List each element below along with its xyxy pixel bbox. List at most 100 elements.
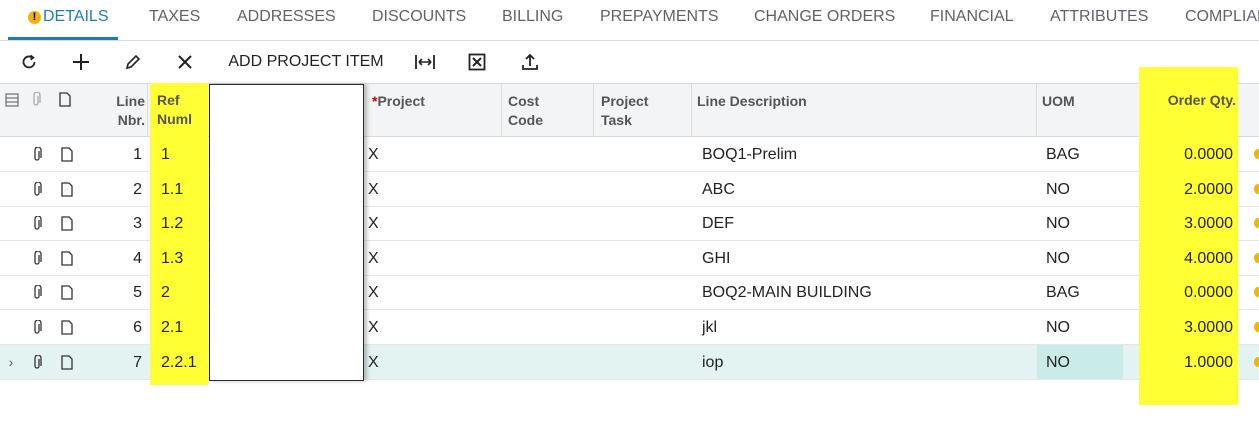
uom-header[interactable]: UOM	[1037, 84, 1150, 137]
order-qty-cell[interactable]: 0.0000	[1145, 275, 1233, 309]
tab-label: DETAILS	[43, 8, 109, 25]
row-selector-chevron-icon[interactable]: ›	[4, 345, 18, 379]
ref-num-cell[interactable]: 1.1	[161, 172, 206, 206]
warning-icon: !	[28, 11, 41, 24]
uom-cell[interactable]: NO	[1046, 172, 1126, 206]
tab-taxes[interactable]: TAXES	[149, 6, 200, 28]
fit-columns-button[interactable]	[410, 41, 440, 83]
uom-cell[interactable]: NO	[1046, 206, 1126, 240]
line-description-cell[interactable]: ABC	[702, 172, 1032, 206]
note-icon[interactable]	[60, 215, 74, 231]
ref-num-cell[interactable]: 2.2.1	[161, 345, 206, 379]
line-nbr-header-line1: Line	[116, 93, 145, 109]
line-nbr-cell[interactable]: 3	[81, 206, 142, 240]
paperclip-icon[interactable]	[30, 320, 44, 336]
line-nbr-cell[interactable]: 6	[81, 310, 142, 344]
attachment-header[interactable]	[24, 84, 49, 137]
paperclip-icon[interactable]	[30, 147, 44, 163]
line-description-cell[interactable]: jkl	[702, 310, 1032, 344]
add-project-item-label: ADD PROJECT ITEM	[228, 53, 384, 70]
line-description-cell[interactable]: iop	[702, 345, 1032, 379]
line-description-header[interactable]: Line Description	[692, 84, 1037, 137]
uom-cell[interactable]: NO	[1046, 241, 1126, 275]
note-icon[interactable]	[60, 146, 74, 162]
tab-addresses[interactable]: ADDRESSES	[237, 6, 336, 28]
status-indicator-icon	[1254, 287, 1259, 297]
note-icon[interactable]	[60, 354, 74, 370]
note-icon[interactable]	[60, 181, 74, 197]
uom-cell[interactable]: NO	[1046, 310, 1126, 344]
uom-header-label: UOM	[1042, 93, 1075, 109]
export-excel-button[interactable]	[462, 41, 492, 83]
tab-discounts[interactable]: DISCOUNTS	[372, 6, 466, 28]
paperclip-icon[interactable]	[30, 182, 44, 198]
order-qty-cell[interactable]: 3.0000	[1145, 310, 1233, 344]
project-cell[interactable]: X	[368, 241, 398, 275]
line-description-cell[interactable]: DEF	[702, 206, 1032, 240]
row-settings-header[interactable]	[0, 84, 24, 137]
project-cell[interactable]: X	[368, 310, 398, 344]
paperclip-icon[interactable]	[30, 285, 44, 301]
note-icon[interactable]	[60, 250, 74, 266]
project-cell[interactable]: X	[368, 172, 398, 206]
grid-settings-icon	[5, 93, 19, 107]
ref-num-cell[interactable]: 2.1	[161, 310, 206, 344]
order-qty-cell[interactable]: 2.0000	[1145, 172, 1233, 206]
note-header[interactable]	[49, 84, 81, 137]
delete-icon	[178, 55, 192, 69]
project-cell[interactable]: X	[368, 137, 398, 171]
project-task-header[interactable]: Project Task	[594, 84, 692, 137]
line-nbr-cell[interactable]: 5	[81, 275, 142, 309]
ref-num-cell[interactable]: 2	[161, 275, 206, 309]
note-icon[interactable]	[60, 319, 74, 335]
line-nbr-header[interactable]: Line Nbr.	[81, 84, 148, 137]
paperclip-icon[interactable]	[30, 216, 44, 232]
status-indicator-icon	[1254, 253, 1259, 263]
tab-financial[interactable]: FINANCIAL	[930, 6, 1014, 28]
line-nbr-cell[interactable]: 7	[81, 345, 142, 379]
tab-details[interactable]: ! DETAILS	[28, 6, 109, 28]
order-qty-cell[interactable]: 4.0000	[1145, 241, 1233, 275]
delete-row-button[interactable]	[170, 41, 200, 83]
cost-code-header[interactable]: Cost Code	[502, 84, 594, 137]
ref-num-cell[interactable]: 1.2	[161, 206, 206, 240]
upload-button[interactable]	[515, 41, 545, 83]
line-description-cell[interactable]: BOQ1-Prelim	[702, 137, 1032, 171]
line-description-cell[interactable]: GHI	[702, 241, 1032, 275]
note-icon[interactable]	[60, 284, 74, 300]
ref-num-cell[interactable]: 1.3	[161, 241, 206, 275]
add-project-item-button[interactable]: ADD PROJECT ITEM	[224, 41, 388, 83]
edit-button[interactable]	[118, 41, 148, 83]
tab-attributes[interactable]: ATTRIBUTES	[1050, 6, 1148, 28]
order-qty-cell[interactable]: 3.0000	[1145, 206, 1233, 240]
tab-prepayments[interactable]: PREPAYMENTS	[600, 6, 719, 28]
ref-num-cell[interactable]: 1	[161, 137, 206, 171]
uom-cell[interactable]: BAG	[1046, 275, 1126, 309]
status-indicator-icon	[1254, 357, 1259, 367]
project-cell[interactable]: X	[368, 275, 398, 309]
project-cell[interactable]: X	[368, 206, 398, 240]
uom-cell[interactable]: NO	[1046, 345, 1126, 379]
uom-cell[interactable]: BAG	[1046, 137, 1126, 171]
line-nbr-header-line2: Nbr.	[117, 112, 145, 128]
project-header[interactable]: *Project	[364, 84, 502, 137]
line-description-cell[interactable]: BOQ2-MAIN BUILDING	[702, 275, 1032, 309]
redacted-area	[209, 84, 364, 381]
paperclip-icon[interactable]	[30, 355, 44, 371]
order-qty-cell[interactable]: 1.0000	[1145, 345, 1233, 379]
add-row-button[interactable]	[66, 41, 96, 83]
active-tab-indicator	[8, 37, 118, 40]
order-qty-cell[interactable]: 0.0000	[1145, 137, 1233, 171]
ref-num-header[interactable]: Ref Numl	[157, 91, 192, 129]
tab-change-orders[interactable]: CHANGE ORDERS	[754, 6, 895, 28]
tab-billing[interactable]: BILLING	[502, 6, 563, 28]
paperclip-icon[interactable]	[30, 251, 44, 267]
refresh-icon	[22, 54, 36, 69]
project-cell[interactable]: X	[368, 345, 398, 379]
refresh-button[interactable]	[14, 41, 44, 83]
line-nbr-cell[interactable]: 2	[81, 172, 142, 206]
line-nbr-cell[interactable]: 1	[81, 137, 142, 171]
tab-compliance[interactable]: COMPLIAN	[1185, 6, 1259, 28]
line-nbr-cell[interactable]: 4	[81, 241, 142, 275]
cost-code-header-line2: Code	[508, 112, 543, 128]
